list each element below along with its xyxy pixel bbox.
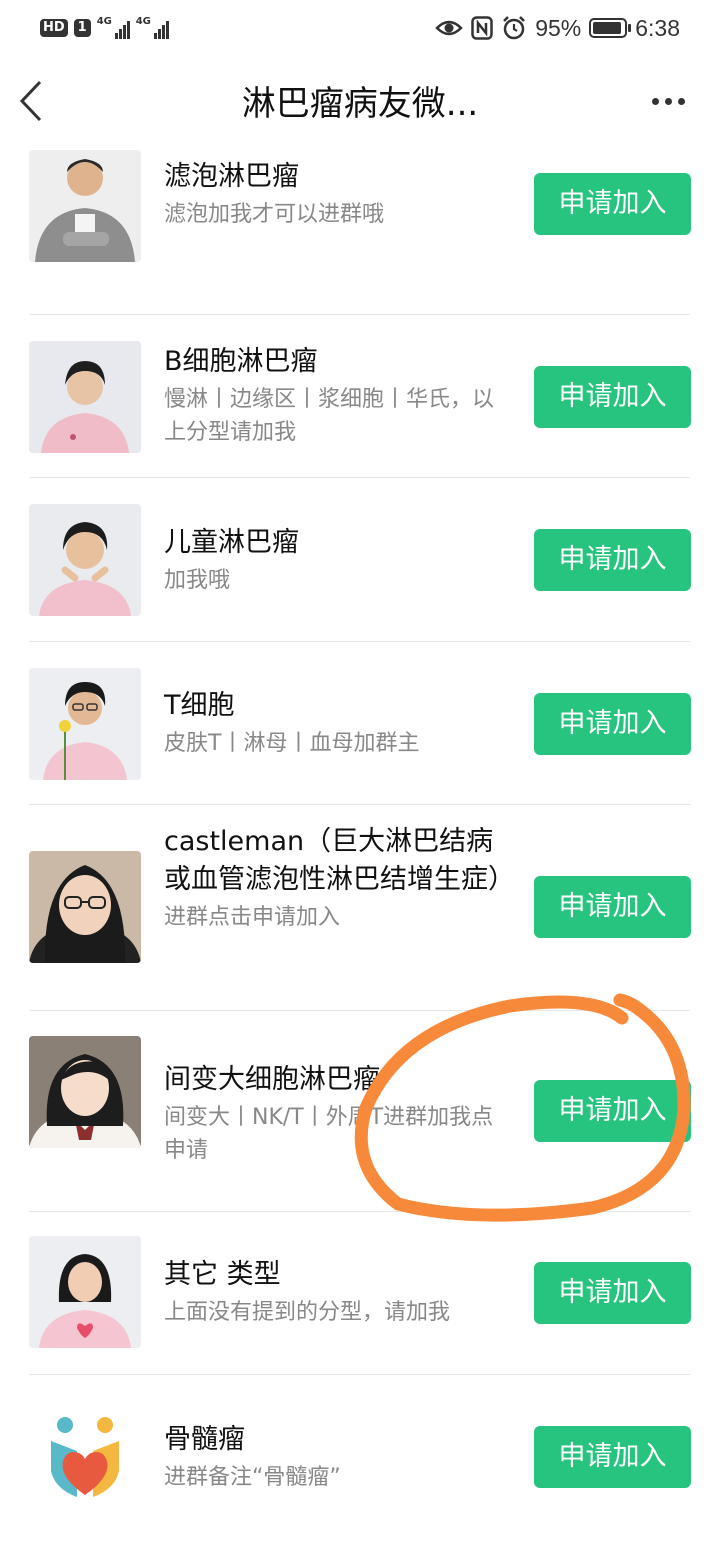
group-description: 间变大丨NK/T丨外周T进群加我点申请 (164, 1105, 494, 1163)
group-name: 间变大细胞淋巴瘤 (164, 1064, 380, 1095)
status-bar: HD 1 4G 4G 95% 6:38 (0, 0, 720, 56)
join-button[interactable]: 申请加入 (534, 173, 691, 235)
avatar (29, 1036, 141, 1148)
avatar (29, 1236, 141, 1348)
group-item[interactable]: 其它 类型 上面没有提到的分型，请加我 申请加入 (0, 1212, 720, 1375)
group-description: 进群点击申请加入 (164, 905, 341, 930)
signal-icon-2: 4G (136, 17, 169, 39)
group-item[interactable]: B细胞淋巴瘤 慢淋丨边缘区丨浆细胞丨华氏，以上分型请加我 申请加入 (0, 315, 720, 478)
alarm-icon (503, 16, 526, 40)
page-title: 淋巴瘤病友微... (241, 84, 479, 124)
clock: 6:38 (635, 14, 680, 41)
group-name: 其它 类型 (164, 1259, 281, 1290)
group-description: 进群备注“骨髓瘤” (164, 1465, 341, 1490)
group-item[interactable]: 间变大细胞淋巴瘤 间变大丨NK/T丨外周T进群加我点申请 申请加入 (0, 1011, 720, 1212)
signal-icon: 4G (97, 17, 130, 39)
group-name: 儿童淋巴瘤 (164, 527, 299, 558)
group-description: 滤泡加我才可以进群哦 (164, 202, 385, 227)
avatar (29, 341, 141, 453)
battery-icon (589, 18, 632, 38)
join-button[interactable]: 申请加入 (534, 693, 691, 755)
group-name: 骨髓瘤 (164, 1424, 245, 1455)
join-button[interactable]: 申请加入 (534, 1080, 691, 1142)
group-description: 皮肤T丨淋母丨血母加群主 (164, 731, 420, 756)
battery-percent: 95% (535, 14, 582, 41)
group-description: 上面没有提到的分型，请加我 (164, 1300, 451, 1325)
group-description: 加我哦 (164, 568, 231, 593)
group-name: 滤泡淋巴瘤 (164, 161, 299, 192)
avatar (29, 851, 141, 963)
join-button[interactable]: 申请加入 (534, 876, 691, 938)
hd-badge: HD (40, 19, 68, 37)
group-name: T细胞 (164, 690, 235, 721)
more-options-icon[interactable] (652, 94, 692, 108)
group-item[interactable]: 滤泡淋巴瘤 滤泡加我才可以进群哦 申请加入 (0, 148, 720, 315)
group-name: castleman（巨大淋巴结病或血管滤泡性淋巴结增生症） (164, 826, 515, 895)
nfc-icon (471, 16, 493, 40)
status-right: 95% 6:38 (435, 12, 680, 44)
group-name: B细胞淋巴瘤 (164, 346, 318, 377)
avatar (29, 504, 141, 616)
group-item[interactable]: T细胞 皮肤T丨淋母丨血母加群主 申请加入 (0, 642, 720, 805)
avatar (29, 150, 141, 262)
heart-logo-icon (29, 1399, 141, 1511)
sim-badge: 1 (73, 19, 91, 37)
group-item[interactable]: castleman（巨大淋巴结病或血管滤泡性淋巴结增生症） 进群点击申请加入 申… (0, 805, 720, 1011)
back-arrow-icon[interactable] (12, 78, 52, 124)
group-list: 滤泡淋巴瘤 滤泡加我才可以进群哦 申请加入 B细胞淋巴瘤 慢淋丨边缘区丨浆细胞丨… (0, 148, 720, 1560)
join-button[interactable]: 申请加入 (534, 1426, 691, 1488)
join-button[interactable]: 申请加入 (534, 529, 691, 591)
eye-icon (435, 20, 463, 36)
avatar (29, 668, 141, 780)
group-description: 慢淋丨边缘区丨浆细胞丨华氏，以上分型请加我 (164, 387, 495, 445)
join-button[interactable]: 申请加入 (534, 366, 691, 428)
status-left: HD 1 4G 4G (40, 14, 169, 42)
group-item[interactable]: 儿童淋巴瘤 加我哦 申请加入 (0, 478, 720, 642)
group-item[interactable]: 骨髓瘤 进群备注“骨髓瘤” 申请加入 (0, 1375, 720, 1560)
join-button[interactable]: 申请加入 (534, 1262, 691, 1324)
nav-bar: 淋巴瘤病友微... (0, 56, 720, 148)
